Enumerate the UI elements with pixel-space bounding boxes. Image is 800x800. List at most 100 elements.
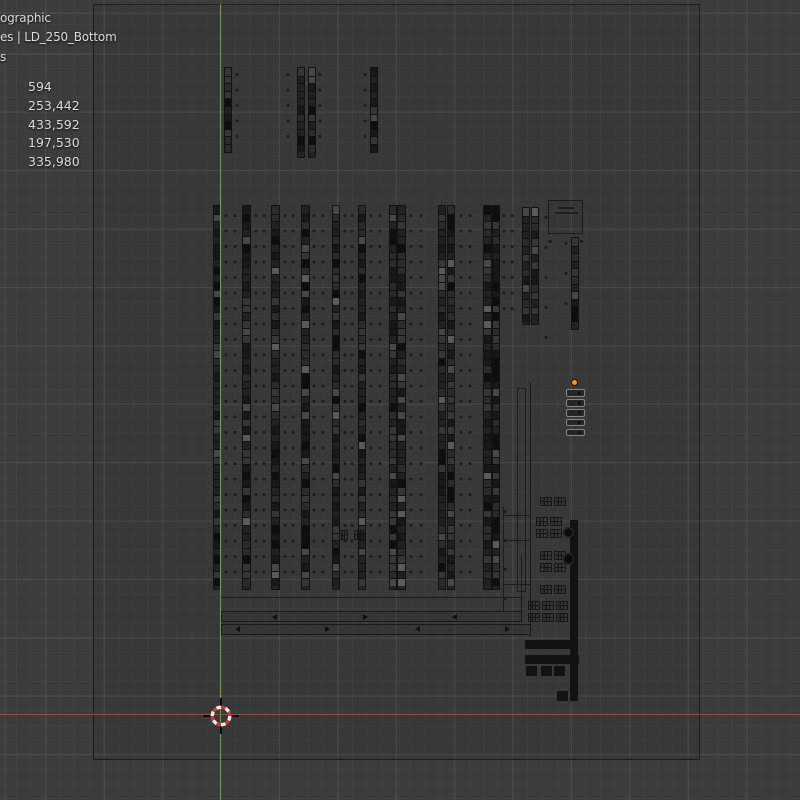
rack-cell	[243, 571, 250, 579]
rack-cell	[390, 495, 397, 503]
rack-cell	[493, 403, 500, 411]
rack-cell	[484, 221, 491, 229]
rack-cell	[523, 269, 530, 277]
rack-cell	[390, 244, 397, 252]
rack-cell	[243, 221, 250, 229]
rack-strip	[483, 205, 492, 590]
rack-cell	[493, 487, 500, 495]
column-dots	[459, 212, 463, 586]
rack-cell	[398, 403, 405, 411]
rack-cell	[390, 274, 397, 282]
rack-cell	[333, 411, 340, 419]
rack-cell	[243, 533, 250, 541]
rack-cell	[272, 297, 279, 305]
rack-cell	[333, 495, 340, 503]
rack-cell	[359, 517, 366, 525]
rack-cell	[243, 373, 250, 381]
rack-cell	[302, 381, 309, 389]
rack-cell	[390, 312, 397, 320]
rack-cell	[484, 267, 491, 275]
rack-cell	[439, 555, 446, 563]
rack-cell	[439, 373, 446, 381]
rack-cell	[371, 136, 378, 144]
rack-cell	[448, 563, 455, 571]
pallet-stack-item	[566, 429, 585, 437]
blender-3d-viewport[interactable]: ographic es | LD_250_Bottom s 594 253,44…	[0, 0, 800, 800]
rack-cell	[439, 290, 446, 298]
rack-cell	[272, 487, 279, 495]
rack-cell	[333, 214, 340, 222]
rack-cell	[448, 335, 455, 343]
rack-cell	[302, 540, 309, 548]
rack-cell	[298, 129, 305, 137]
rack-cell	[302, 252, 309, 260]
rack-cell	[439, 221, 446, 229]
rack-cell	[333, 434, 340, 442]
support-dot	[548, 240, 552, 244]
wall-line-vertical	[530, 383, 531, 637]
rack-cell	[302, 320, 309, 328]
rack-cell	[493, 457, 500, 465]
rack-cell	[448, 472, 455, 480]
rack-cell	[302, 259, 309, 267]
conveyor-arrow	[272, 614, 277, 620]
rack-cell	[302, 221, 309, 229]
rack-cell	[302, 229, 309, 237]
rack-strip	[397, 205, 406, 590]
rack-cell	[439, 403, 446, 411]
rack-cell	[243, 464, 250, 472]
rack-cell	[484, 517, 491, 525]
rack-cell	[484, 457, 491, 465]
conveyor-arrow	[325, 626, 330, 632]
rack-cell	[390, 464, 397, 472]
rack-cell	[439, 328, 446, 336]
dock-bar	[525, 640, 571, 649]
rack-cell	[302, 571, 309, 579]
hatched-box	[542, 613, 554, 622]
rack-cell	[532, 238, 539, 246]
rack-cell	[448, 426, 455, 434]
rack-strip	[447, 205, 456, 590]
column-dots	[378, 212, 382, 586]
rack-cell	[448, 441, 455, 449]
rack-cell	[272, 426, 279, 434]
rack-cell	[333, 441, 340, 449]
rack-cell	[484, 312, 491, 320]
rack-cell	[359, 358, 366, 366]
rack-cell	[484, 510, 491, 518]
rack-cell	[439, 548, 446, 556]
rack-cell	[309, 76, 316, 84]
rack-cell	[493, 259, 500, 267]
rack-cell	[302, 358, 309, 366]
rack-cell	[448, 343, 455, 351]
rack-cell	[302, 282, 309, 290]
rack-cell	[272, 548, 279, 556]
rack-cell	[493, 343, 500, 351]
rack-cell	[390, 419, 397, 427]
pallet-dot	[578, 411, 581, 414]
rack-cell	[371, 121, 378, 129]
rack-cell	[243, 267, 250, 275]
rack-cell	[448, 479, 455, 487]
rack-cell	[390, 206, 397, 214]
rack-cell	[272, 472, 279, 480]
rack-cell	[398, 540, 405, 548]
rack-strip	[389, 205, 398, 590]
rack-cell	[333, 267, 340, 275]
rack-cell	[225, 76, 232, 84]
rack-cell	[493, 479, 500, 487]
rack-cell	[359, 267, 366, 275]
conveyor-belt	[221, 611, 522, 622]
rack-strip	[271, 205, 280, 590]
rack-cell	[390, 343, 397, 351]
rack-cell	[333, 571, 340, 579]
rack-cell	[302, 495, 309, 503]
rack-cell	[333, 487, 340, 495]
hatched-box	[556, 613, 568, 622]
rack-cell	[302, 426, 309, 434]
conveyor-arrow	[415, 626, 420, 632]
rack-cell	[243, 426, 250, 434]
rack-cell	[493, 282, 500, 290]
rack-cell	[484, 419, 491, 427]
rack-cell	[390, 305, 397, 313]
